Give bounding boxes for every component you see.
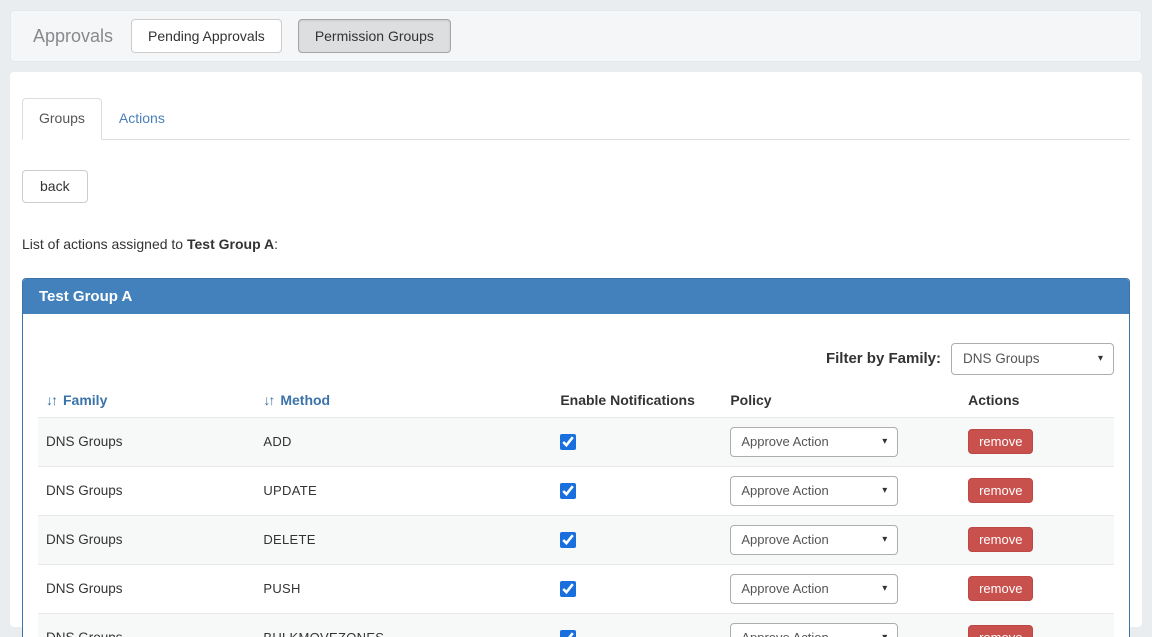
intro-suffix: : xyxy=(274,235,279,252)
filter-row: Filter by Family: DNS Groups ▾ xyxy=(38,342,1114,375)
method-cell: BULKMOVEZONES xyxy=(255,613,552,637)
remove-button[interactable]: remove xyxy=(968,625,1034,637)
policy-select[interactable]: Approve Action xyxy=(730,524,899,555)
method-cell: ADD xyxy=(263,434,292,450)
panel-body: Filter by Family: DNS Groups ▾ ↓↑ Family … xyxy=(23,313,1129,637)
table-header-row: ↓↑ Family ↓↑ Method Enable Notifications P… xyxy=(38,383,1114,418)
family-filter-wrap: DNS Groups ▾ xyxy=(951,342,1114,375)
approvals-header-bar: Approvals Pending Approvals Permission G… xyxy=(10,10,1142,62)
main-content-card: Groups Actions back List of actions assi… xyxy=(10,72,1142,637)
policy-select-wrap: Approve Action ▾ xyxy=(730,524,899,555)
remove-button[interactable]: remove xyxy=(968,478,1034,504)
remove-button[interactable]: remove xyxy=(968,576,1034,602)
filter-by-family-label: Filter by Family: xyxy=(825,350,941,368)
enable-notifications-checkbox[interactable] xyxy=(560,482,577,499)
enable-notifications-checkbox[interactable] xyxy=(560,580,577,597)
family-cell: DNS Groups xyxy=(38,613,255,637)
policy-select[interactable]: Approve Action xyxy=(730,426,899,457)
intro-prefix: List of actions assigned to xyxy=(22,235,187,252)
method-cell: UPDATE xyxy=(263,483,317,499)
method-cell: DELETE xyxy=(263,532,316,548)
policy-select-wrap: Approve Action ▾ xyxy=(730,475,899,506)
table-row: DNS Groups PUSH Approve Action ▾ remove xyxy=(38,564,1114,613)
table-row: DNS Groups BULKMOVEZONES Approve Action … xyxy=(38,613,1114,637)
tab-groups[interactable]: Groups xyxy=(22,98,102,140)
sort-icon[interactable]: ↓↑ xyxy=(263,392,275,408)
family-cell: DNS Groups xyxy=(46,532,123,548)
permission-groups-button[interactable]: Permission Groups xyxy=(297,18,451,54)
enable-notifications-checkbox[interactable] xyxy=(560,629,577,637)
policy-select-wrap: Approve Action ▾ xyxy=(730,573,899,604)
family-cell: DNS Groups xyxy=(46,483,123,499)
tab-bar: Groups Actions xyxy=(22,98,1130,140)
method-cell: PUSH xyxy=(263,581,301,597)
column-header-policy: Policy xyxy=(730,391,772,408)
family-filter-select[interactable]: DNS Groups xyxy=(951,342,1114,375)
sort-icon[interactable]: ↓↑ xyxy=(46,392,58,408)
panel-title: Test Group A xyxy=(23,278,1129,314)
actions-table: ↓↑ Family ↓↑ Method Enable Notifications P… xyxy=(38,383,1114,637)
back-button[interactable]: back xyxy=(22,169,88,203)
table-body: DNS Groups ADD Approve Action ▾ remove D… xyxy=(38,417,1114,637)
policy-select-wrap: Approve Action ▾ xyxy=(730,426,899,457)
column-header-family[interactable]: ↓↑ Family xyxy=(38,383,255,418)
remove-button[interactable]: remove xyxy=(968,527,1034,553)
policy-select[interactable]: Approve Action xyxy=(730,475,899,506)
tab-actions[interactable]: Actions xyxy=(102,98,182,140)
column-header-method[interactable]: ↓↑ Method xyxy=(255,383,552,418)
intro-text: List of actions assigned to Test Group A… xyxy=(22,236,1130,252)
intro-group-name: Test Group A xyxy=(187,235,275,252)
group-panel: Test Group A Filter by Family: DNS Group… xyxy=(22,277,1130,637)
column-header-enable-notifications: Enable Notifications xyxy=(560,391,695,408)
remove-button[interactable]: remove xyxy=(968,429,1034,455)
policy-select[interactable]: Approve Action xyxy=(730,573,899,604)
family-cell: DNS Groups xyxy=(46,434,123,450)
policy-select-wrap: Approve Action ▾ xyxy=(730,622,899,637)
pending-approvals-button[interactable]: Pending Approvals xyxy=(131,18,282,54)
table-row: DNS Groups UPDATE Approve Action ▾ remov… xyxy=(38,466,1114,515)
enable-notifications-checkbox[interactable] xyxy=(560,433,577,450)
table-row: DNS Groups ADD Approve Action ▾ remove xyxy=(38,417,1114,467)
enable-notifications-checkbox[interactable] xyxy=(560,531,577,548)
policy-select[interactable]: Approve Action xyxy=(730,622,899,637)
column-header-actions: Actions xyxy=(968,391,1020,408)
page-title: Approvals xyxy=(33,25,114,46)
table-row: DNS Groups DELETE Approve Action ▾ remov… xyxy=(38,515,1114,565)
family-cell: DNS Groups xyxy=(46,581,123,597)
